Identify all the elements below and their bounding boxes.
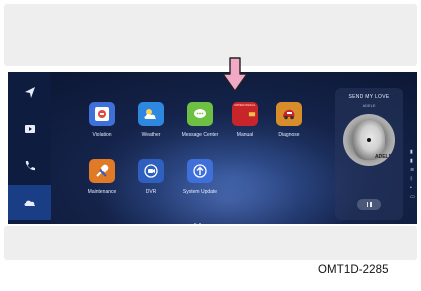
manual-tile-text: OWNER MANUAL [234,104,256,107]
app-tile [89,159,115,183]
app-label: Diagnose [278,132,300,138]
message-icon [194,109,206,118]
app-tile: OWNER MANUAL [232,102,258,126]
location-icon: • [410,185,412,191]
dvr-icon [144,164,158,178]
maintenance-icon [96,164,109,177]
bezel-top [4,4,417,66]
app-diagnose[interactable]: Diagnose [259,102,319,138]
album-text: ADELE [375,154,392,160]
page-dot [199,223,201,224]
pause-button[interactable] [357,199,381,210]
app-tile [89,102,115,126]
sidebar-item-cloud[interactable] [8,185,51,220]
phone-icon [25,160,35,170]
app-label: System Update [182,189,218,195]
system-update-icon [193,164,207,178]
sidebar [8,72,51,224]
pointer-arrow-icon [222,57,248,92]
weather-icon [144,109,156,119]
app-tile [187,159,213,183]
app-system-update[interactable]: System Update [170,159,230,195]
diagnose-icon [283,109,295,120]
status-strip: ▮ ▮ ≋ ᛒ • ▭ [408,150,417,204]
battery-icon: ▭ [410,194,415,200]
navigation-arrow-icon [24,86,35,98]
sidebar-item-navigation[interactable] [8,75,51,110]
sidebar-item-phone[interactable] [8,148,51,183]
device-bezel: Violation Weather Message Center OWNER M… [0,0,421,291]
artist-name: ADELE [362,103,376,108]
violation-icon [95,107,109,121]
pause-icon [366,202,373,207]
figure-code: OMT1D-2285 [318,264,389,276]
bezel-bottom [4,226,417,260]
page-indicator [194,212,204,224]
media-play-icon [24,124,35,133]
signal-icon: ▮ [410,158,413,164]
manual-icon [248,112,256,117]
app-tile [276,102,302,126]
signal-icon: ▮ [410,149,413,155]
disc-center [367,138,371,142]
sidebar-item-media[interactable] [8,111,51,146]
wifi-icon: ≋ [410,167,415,173]
infotainment-screen: Violation Weather Message Center OWNER M… [8,72,417,224]
page-dot [194,223,196,224]
app-tile [138,102,164,126]
bluetooth-icon: ᛒ [410,176,414,182]
app-tile [187,102,213,126]
media-player-card[interactable]: SEND MY LOVE ADELE ADELE [335,88,403,220]
app-tile [138,159,164,183]
cloud-icon [24,200,35,206]
song-title: SEND MY LOVE [348,94,390,100]
album-art: ADELE [343,114,395,166]
